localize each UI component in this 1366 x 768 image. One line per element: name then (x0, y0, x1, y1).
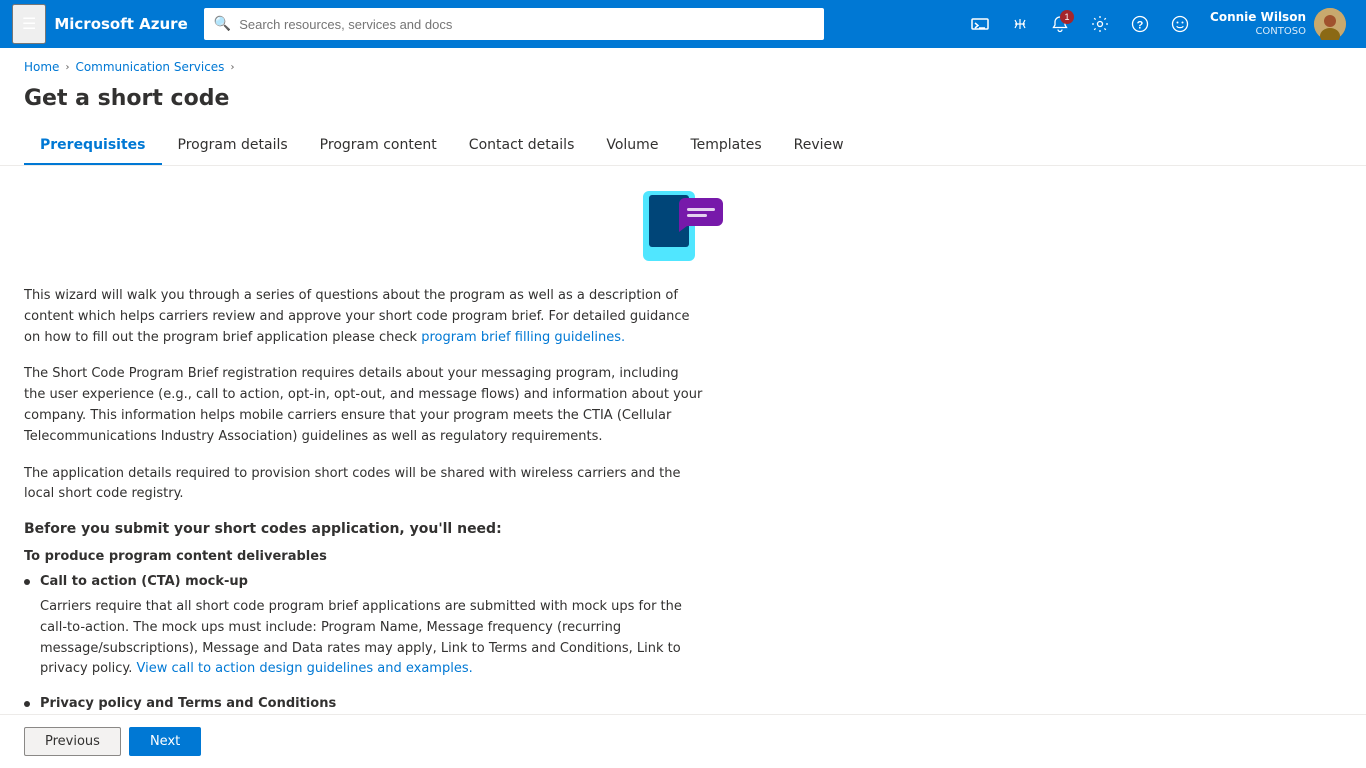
settings-button[interactable] (1082, 6, 1118, 42)
search-box: 🔍 (204, 8, 824, 40)
breadcrumb-sep-2: › (230, 62, 234, 73)
bullet-content-1: Call to action (CTA) mock-up Carriers re… (40, 572, 704, 680)
bullet-dot-1 (24, 579, 30, 585)
footer-actions: Previous Next (0, 714, 1366, 768)
help-button[interactable]: ? (1122, 6, 1158, 42)
to-produce-heading: To produce program content deliverables (24, 549, 1342, 564)
content-area: This wizard will walk you through a seri… (0, 166, 1366, 730)
intro-paragraph-3: The application details required to prov… (24, 464, 704, 506)
user-name: Connie Wilson (1210, 10, 1306, 26)
breadcrumb: Home › Communication Services › (0, 48, 1366, 82)
directory-button[interactable] (1002, 6, 1038, 42)
bullet-desc-1: Carriers require that all short code pro… (40, 597, 704, 680)
chat-bubble (679, 198, 723, 226)
search-input[interactable] (239, 17, 814, 32)
avatar (1314, 8, 1346, 40)
chat-line-1 (687, 208, 715, 211)
bullet-dot-2 (24, 701, 30, 707)
previous-button[interactable]: Previous (24, 727, 121, 756)
tab-contact-details[interactable]: Contact details (453, 127, 591, 165)
tab-volume[interactable]: Volume (590, 127, 674, 165)
user-info: Connie Wilson CONTOSO (1210, 10, 1306, 39)
chat-line-2 (687, 214, 707, 217)
intro-paragraph-1: This wizard will walk you through a seri… (24, 286, 704, 348)
tab-prerequisites[interactable]: Prerequisites (24, 127, 162, 165)
breadcrumb-communication-services[interactable]: Communication Services (75, 60, 224, 74)
search-icon: 🔍 (214, 16, 231, 32)
topnav-actions: 1 ? Connie Wilson CONTOSO (962, 4, 1354, 44)
topnav: ☰ Microsoft Azure 🔍 1 ? Connie Wilson CO… (0, 0, 1366, 48)
tab-templates[interactable]: Templates (674, 127, 777, 165)
breadcrumb-home[interactable]: Home (24, 60, 59, 74)
bullet-title-1: Call to action (CTA) mock-up (40, 572, 704, 593)
tab-program-content[interactable]: Program content (304, 127, 453, 165)
page-title: Get a short code (0, 82, 1366, 127)
main-container: Home › Communication Services › Get a sh… (0, 48, 1366, 768)
notifications-button[interactable]: 1 (1042, 6, 1078, 42)
svg-text:?: ? (1137, 20, 1144, 32)
tab-review[interactable]: Review (778, 127, 860, 165)
breadcrumb-sep-1: › (65, 62, 69, 73)
notification-badge: 1 (1060, 10, 1074, 24)
user-org: CONTOSO (1210, 25, 1306, 38)
hero-illustration (24, 186, 1342, 266)
hamburger-menu-button[interactable]: ☰ (12, 4, 46, 44)
feedback-button[interactable] (1162, 6, 1198, 42)
list-item: Call to action (CTA) mock-up Carriers re… (24, 572, 704, 680)
app-logo: Microsoft Azure (54, 15, 187, 33)
bullet-title-2: Privacy policy and Terms and Conditions (40, 694, 704, 715)
next-button[interactable]: Next (129, 727, 201, 756)
before-heading: Before you submit your short codes appli… (24, 521, 1342, 537)
tabs: Prerequisites Program details Program co… (0, 127, 1366, 166)
cta-guidelines-link[interactable]: View call to action design guidelines an… (137, 661, 473, 676)
intro-paragraph-2: The Short Code Program Brief registratio… (24, 364, 704, 447)
cloud-shell-button[interactable] (962, 6, 998, 42)
program-brief-link[interactable]: program brief filling guidelines. (421, 330, 625, 345)
bullet-list: Call to action (CTA) mock-up Carriers re… (24, 572, 704, 730)
user-profile-button[interactable]: Connie Wilson CONTOSO (1202, 4, 1354, 44)
tab-program-details[interactable]: Program details (162, 127, 304, 165)
